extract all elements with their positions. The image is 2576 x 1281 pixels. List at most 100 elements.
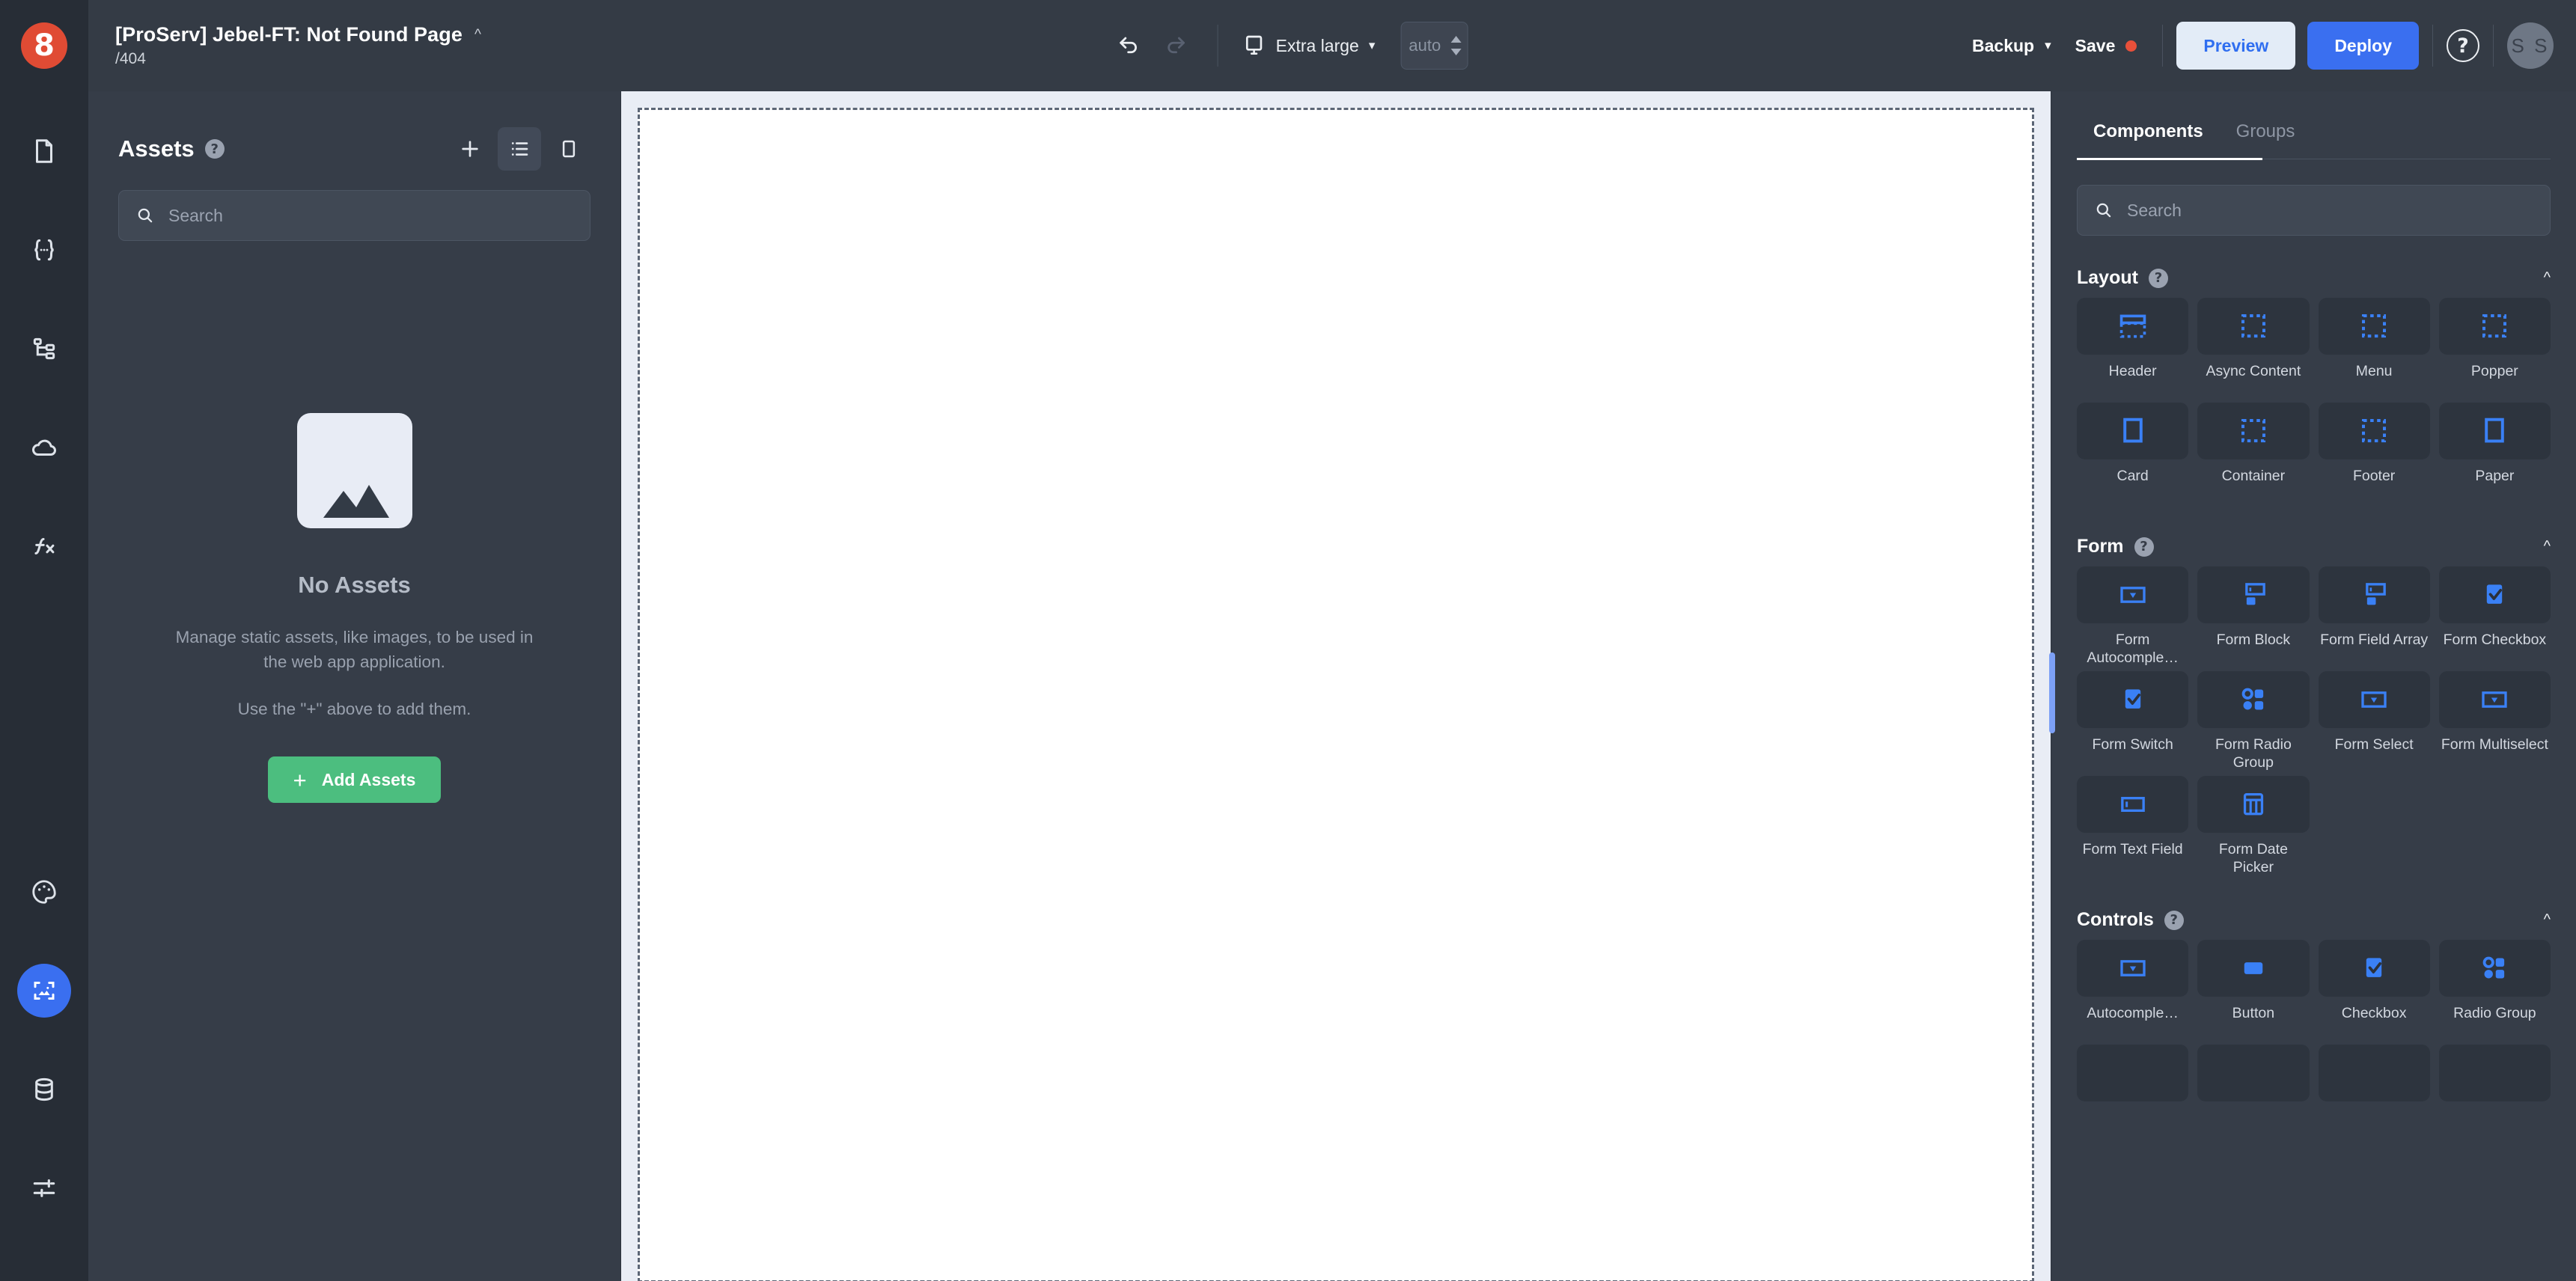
deploy-button[interactable]: Deploy	[2307, 22, 2419, 70]
chevron-up-icon[interactable]: ^	[2544, 269, 2551, 287]
redo-icon	[1168, 37, 1185, 54]
chevron-down-icon: ▾	[1368, 38, 1376, 52]
component-tile-partial[interactable]	[2197, 1045, 2310, 1101]
component-tile-autocomplete[interactable]: Autocomple…	[2077, 940, 2189, 1042]
component-label: Checkbox	[2341, 1005, 2407, 1021]
component-label: Popper	[2470, 363, 2518, 379]
rail-item-structure[interactable]	[17, 322, 71, 376]
rail-item-data[interactable]	[17, 1063, 71, 1116]
unsaved-changes-dot	[2125, 40, 2137, 52]
component-tile-container[interactable]: Container	[2197, 403, 2310, 504]
help-icon[interactable]: ?	[2447, 29, 2479, 62]
tile-surface	[2197, 671, 2310, 728]
section-header-layout[interactable]: Layout ? ^	[2077, 267, 2551, 289]
component-tile-form-text-field[interactable]: Form Text Field	[2077, 776, 2189, 878]
list-view-button[interactable]	[498, 127, 541, 171]
card-view-button[interactable]	[547, 127, 590, 171]
section-header-controls[interactable]: Controls ? ^	[2077, 909, 2551, 931]
solid-box-icon	[2122, 418, 2143, 443]
component-tile-form-checkbox[interactable]: Form Checkbox	[2438, 566, 2551, 668]
component-tile-form-radio-group[interactable]: Form Radio Group	[2197, 671, 2310, 773]
save-button[interactable]: Save	[2063, 28, 2149, 64]
header-layout-icon	[2119, 314, 2146, 338]
text-field-icon	[2120, 797, 2145, 812]
page-title: [ProServ] Jebel-FT: Not Found Page	[115, 23, 463, 46]
select-dropdown-icon	[2361, 691, 2387, 708]
tile-surface	[2077, 671, 2189, 728]
section-help-icon[interactable]: ?	[2148, 268, 2168, 288]
function-fx-icon	[34, 537, 55, 555]
component-tile-form-autocomplete[interactable]: Form Autocomple…	[2077, 566, 2189, 668]
components-scroll-area[interactable]: Layout ? ^ Header Async Content Menu Pop…	[2051, 236, 2576, 1281]
component-tile-checkbox[interactable]: Checkbox	[2318, 940, 2430, 1042]
dashed-box-icon	[2362, 314, 2387, 338]
section-help-icon[interactable]: ?	[2164, 910, 2184, 930]
chevron-up-icon[interactable]: ^	[2544, 911, 2551, 929]
component-tile-form-field-array[interactable]: Form Field Array	[2318, 566, 2430, 668]
component-tile-header[interactable]: Header	[2077, 298, 2189, 400]
component-tile-partial[interactable]	[2077, 1045, 2189, 1101]
tab-groups[interactable]: Groups	[2220, 111, 2312, 159]
component-tile-menu[interactable]: Menu	[2318, 298, 2430, 400]
tile-surface	[2077, 298, 2189, 355]
breakpoint-selector[interactable]: Extra large ▾	[1239, 29, 1379, 62]
component-tile-card[interactable]: Card	[2077, 403, 2189, 504]
section-title: Controls	[2077, 909, 2154, 930]
canvas-scrollbar-thumb[interactable]	[2049, 652, 2055, 733]
component-tile-form-multiselect[interactable]: Form Multiselect	[2438, 671, 2551, 773]
assets-search-input[interactable]: Search	[118, 190, 590, 241]
component-tile-radio-group[interactable]: Radio Group	[2438, 940, 2551, 1042]
button-icon	[2244, 962, 2263, 974]
backup-menu-button[interactable]: Backup ▾	[1960, 28, 2063, 64]
component-label: Async Content	[2206, 363, 2301, 379]
component-tile-popper[interactable]: Popper	[2438, 298, 2551, 400]
rail-item-code[interactable]	[17, 223, 71, 277]
rail-item-assets[interactable]	[17, 964, 71, 1018]
search-icon	[2096, 203, 2111, 218]
redo-button[interactable]	[1156, 25, 1197, 66]
component-tile-partial[interactable]	[2318, 1045, 2430, 1101]
component-tile-paper[interactable]: Paper	[2438, 403, 2551, 504]
rail-item-functions[interactable]	[17, 519, 71, 573]
avatar[interactable]: S S	[2507, 22, 2554, 69]
tile-surface	[2197, 298, 2310, 355]
component-tile-footer[interactable]: Footer	[2318, 403, 2430, 504]
undo-button[interactable]	[1108, 25, 1149, 66]
component-label: Footer	[2352, 468, 2396, 484]
add-assets-button[interactable]: + Add Assets	[267, 756, 442, 804]
rail-item-cloud[interactable]	[17, 421, 71, 474]
preview-button[interactable]: Preview	[2176, 22, 2296, 70]
tab-components[interactable]: Components	[2077, 111, 2220, 159]
tile-surface	[2318, 403, 2430, 459]
rail-item-settings[interactable]	[17, 1161, 71, 1215]
component-tile-form-switch[interactable]: Form Switch	[2077, 671, 2189, 773]
section-header-form[interactable]: Form ? ^	[2077, 536, 2551, 557]
stepper-down-icon[interactable]	[1450, 49, 1462, 55]
chevron-up-icon[interactable]: ^	[2544, 538, 2551, 555]
rail-item-theme[interactable]	[17, 865, 71, 919]
app-logo: 8	[21, 22, 67, 69]
section-title: Form	[2077, 536, 2124, 557]
rail-item-pages[interactable]	[17, 124, 71, 178]
height-stepper[interactable]: auto	[1400, 22, 1468, 70]
component-label: Radio Group	[2453, 1005, 2536, 1021]
component-tile-button[interactable]: Button	[2197, 940, 2310, 1042]
component-tile-form-select[interactable]: Form Select	[2318, 671, 2430, 773]
stepper-up-icon[interactable]	[1450, 36, 1462, 43]
section-help-icon[interactable]: ?	[2134, 536, 2154, 557]
chevron-up-icon[interactable]: ^	[474, 28, 481, 42]
component-tile-form-block[interactable]: Form Block	[2197, 566, 2310, 668]
components-search-input[interactable]: Search	[2077, 185, 2551, 236]
component-label: Container	[2221, 468, 2286, 484]
assets-help-icon[interactable]: ?	[204, 139, 225, 159]
component-tile-form-date-picker[interactable]: Form Date Picker	[2197, 776, 2310, 878]
height-value: auto	[1408, 36, 1441, 55]
monitor-icon	[1245, 35, 1263, 55]
component-tile-async-content[interactable]: Async Content	[2197, 298, 2310, 400]
component-tile-partial[interactable]	[2438, 1045, 2551, 1101]
canvas-page-frame[interactable]	[638, 108, 2034, 1281]
brand-logo-cell[interactable]: 8	[0, 0, 88, 91]
design-canvas[interactable]	[621, 91, 2051, 1281]
component-label: Menu	[2355, 363, 2393, 379]
add-asset-button[interactable]	[448, 127, 492, 171]
